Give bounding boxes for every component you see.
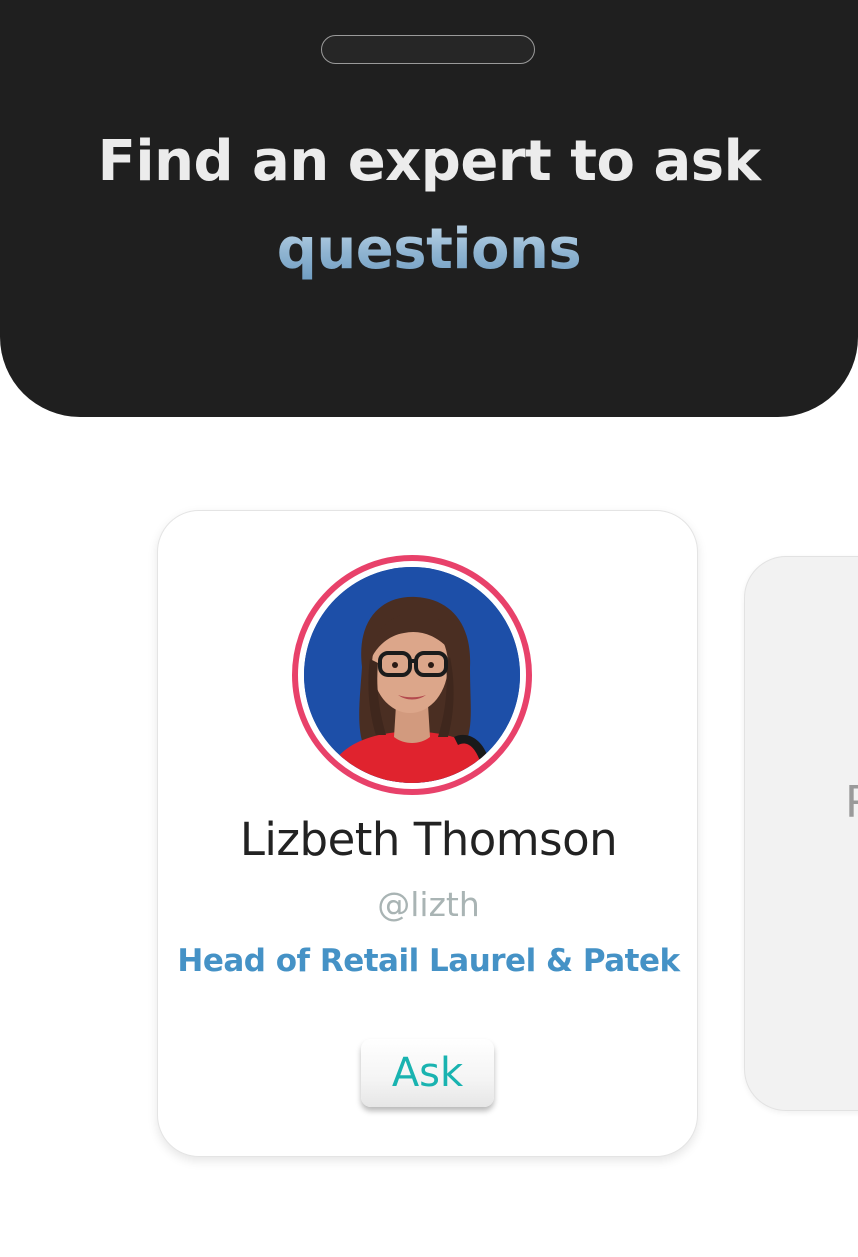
page-title: Find an expert to ask (97, 129, 761, 194)
page-title-highlight-text: questions (276, 217, 582, 282)
avatar-ring (292, 555, 532, 795)
next-expert-name-partial: P (845, 777, 858, 828)
expert-finder-screen: Find an expert to ask questions P (0, 0, 858, 1257)
ask-button[interactable]: Ask (361, 1039, 494, 1107)
next-expert-card[interactable]: P (744, 556, 858, 1111)
header-banner: Find an expert to ask questions (0, 0, 858, 417)
avatar-portrait (304, 567, 520, 783)
expert-handle: @lizth (377, 885, 480, 924)
expert-name: Lizbeth Thomson (239, 813, 618, 866)
expert-card[interactable]: Lizbeth Thomson @lizth Head of Retail La… (157, 510, 698, 1157)
page-title-highlight: questions (0, 222, 858, 278)
avatar (304, 567, 520, 783)
expert-job-title: Head of Retail Laurel & Patek (177, 943, 680, 979)
drag-handle[interactable] (321, 35, 535, 64)
